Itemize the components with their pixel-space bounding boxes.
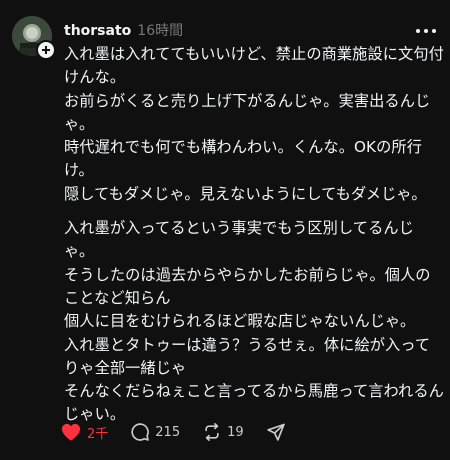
post-header: thorsato 16時間: [64, 22, 183, 40]
post-line: そうしたのは過去からやらかしたお前らじゃ。個人のことなど知らん: [64, 265, 431, 307]
repost-icon: [205, 423, 219, 441]
like-button[interactable]: 2千: [60, 422, 108, 442]
comment-bubble-icon: [131, 423, 150, 441]
avatar-container: [12, 16, 56, 60]
post-line: 入れ墨とタトゥーは違う？うるせぇ。体に絵が入ってりゃ全部一緒じゃ: [64, 335, 431, 377]
username[interactable]: thorsato: [64, 22, 131, 40]
more-options-button[interactable]: [416, 26, 436, 36]
timestamp: 16時間: [137, 23, 184, 39]
post-line: 入れ墨は入れててもいいけど、禁止の商業施設に文句付けんな。: [64, 45, 444, 87]
send-icon: [266, 423, 285, 441]
repost-button[interactable]: 19: [202, 422, 244, 442]
like-count: 2千: [87, 426, 109, 442]
post-paragraph: 入れ墨が入ってるという事実でもう区別してるんじゃ。 そうしたのは過去からやらかし…: [64, 217, 444, 427]
plus-icon: [42, 46, 50, 54]
more-dot: [432, 29, 436, 33]
more-dots-icon: [416, 29, 420, 33]
comment-count: 215: [155, 424, 181, 440]
comment-button[interactable]: 215: [130, 422, 180, 442]
post-paragraph: 入れ墨は入れててもいいけど、禁止の商業施設に文句付けんな。 お前らがくると売り上…: [64, 43, 444, 206]
more-dot: [424, 29, 428, 33]
follow-button[interactable]: [36, 40, 56, 60]
thread-post: thorsato 16時間 入れ墨は入れててもいいけど、禁止の商業施設に文句付け…: [0, 0, 450, 460]
post-line: 入れ墨が入ってるという事実でもう区別してるんじゃ。: [64, 219, 414, 261]
post-line: お前らがくると売り上げ下がるんじゃ。実害出るんじゃ。: [64, 91, 431, 133]
post-line: 時代遅れでも何でも構わんわい。くんな。OKの所行け。: [64, 138, 422, 180]
repost-count: 19: [227, 424, 244, 440]
action-bar: 2千 215 19: [60, 420, 308, 444]
post-line: 隠してもダメじゃ。見えないようにしてもダメじゃ。: [64, 184, 427, 203]
heart-icon: [61, 423, 81, 441]
post-line: 個人に目をむけられるほど暇な店じゃないんじゃ。: [64, 312, 416, 331]
post-body: 入れ墨は入れててもいいけど、禁止の商業施設に文句付けんな。 お前らがくると売り上…: [64, 43, 444, 427]
share-button[interactable]: [266, 422, 286, 442]
